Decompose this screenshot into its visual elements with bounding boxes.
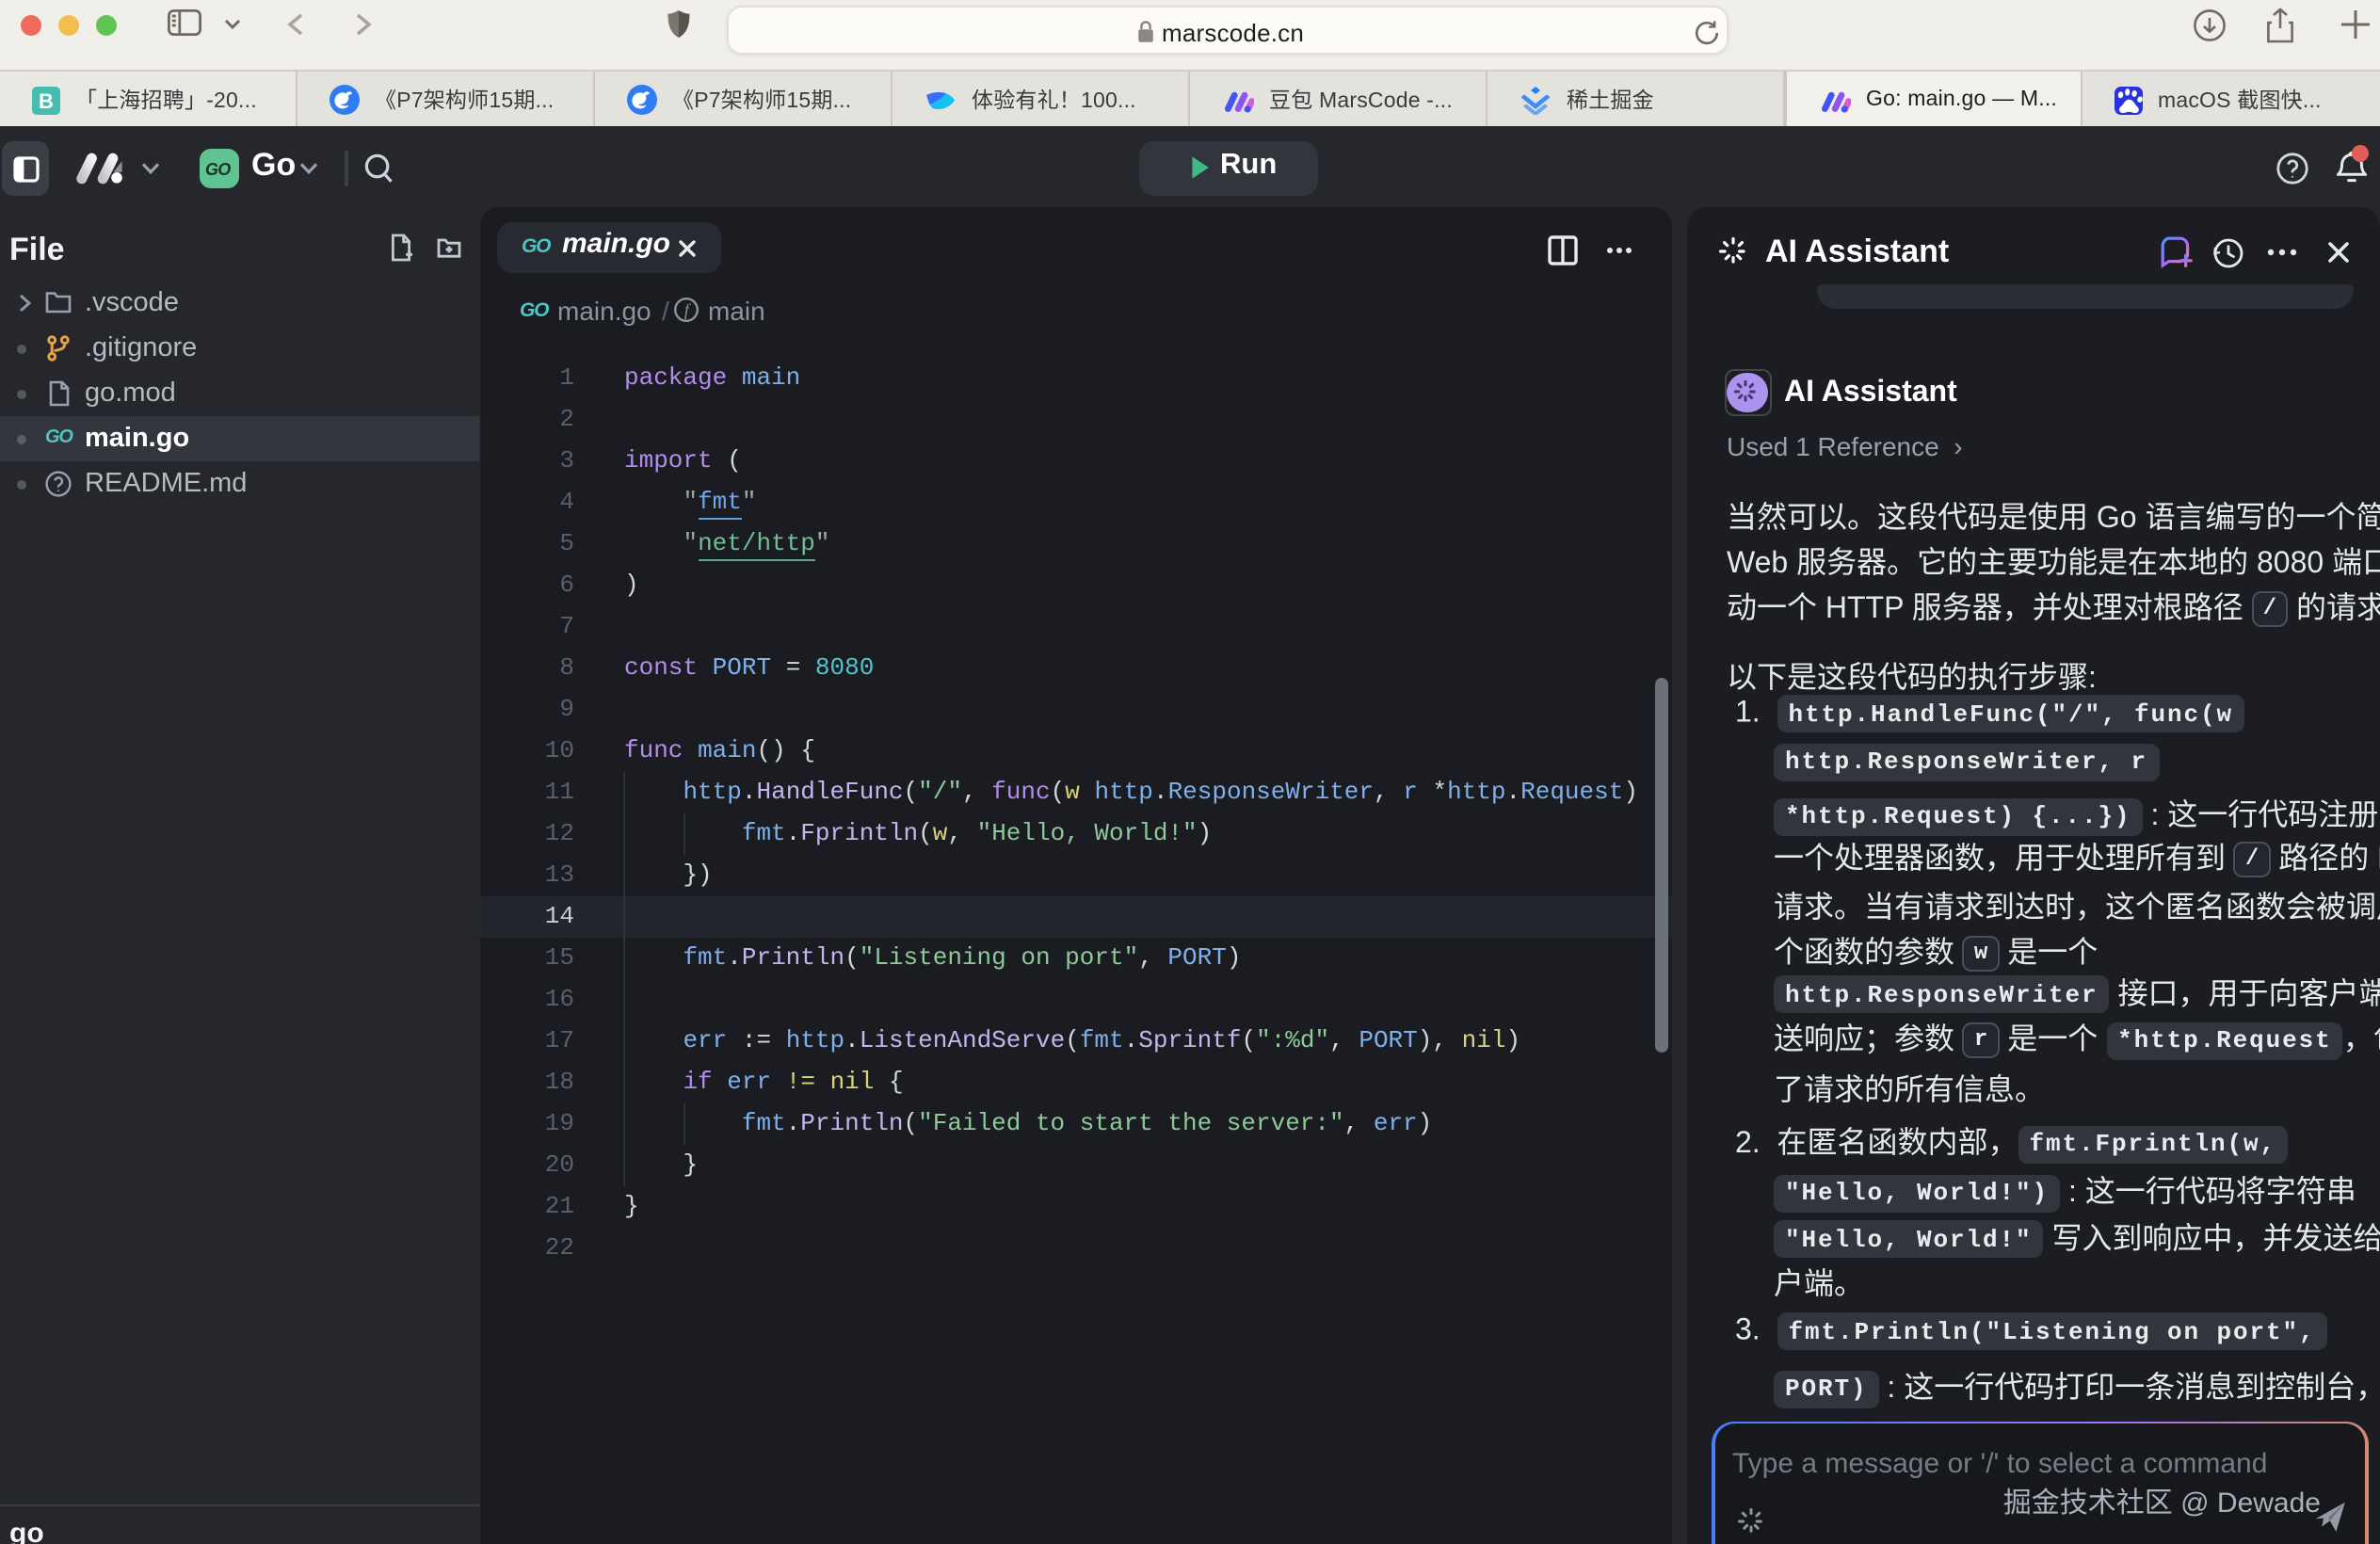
svg-text:f: f <box>683 300 691 319</box>
svg-text:B: B <box>39 88 54 112</box>
